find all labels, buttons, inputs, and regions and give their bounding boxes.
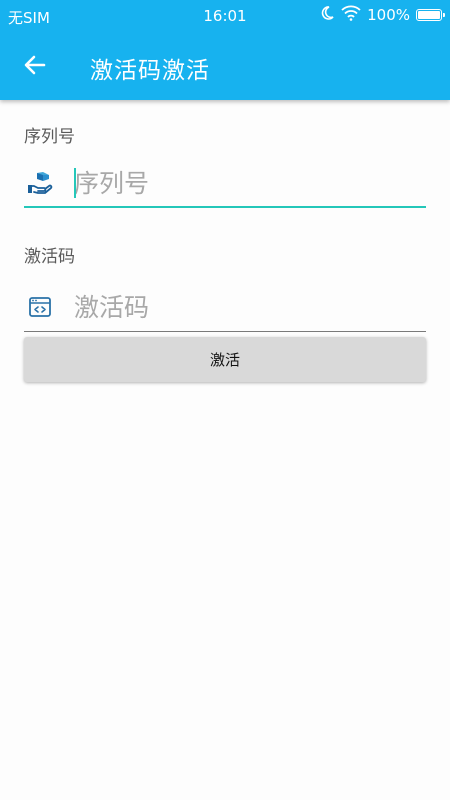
activation-form: 序列号 激活码 — [24, 100, 426, 332]
serial-underline — [24, 206, 426, 208]
serial-input[interactable] — [74, 168, 404, 198]
code-field[interactable] — [24, 282, 426, 332]
battery-text: 100% — [367, 6, 410, 24]
status-icons: 100% — [319, 5, 445, 25]
toolbar: 激活码激活 — [0, 33, 450, 100]
app-bar: 无SIM 16:01 100% 激活码激活 — [0, 0, 450, 100]
page-title: 激活码激活 — [90, 58, 210, 84]
wifi-icon — [341, 5, 361, 25]
serial-field[interactable] — [24, 158, 426, 208]
status-bar: 无SIM 16:01 100% — [0, 0, 450, 33]
code-input[interactable] — [74, 292, 404, 322]
battery-icon — [416, 9, 445, 21]
code-window-icon — [26, 293, 54, 321]
moon-icon — [319, 5, 335, 25]
code-label: 激活码 — [24, 247, 75, 267]
code-underline — [24, 331, 426, 332]
activate-button[interactable]: 激活 — [24, 337, 426, 382]
back-button[interactable] — [18, 50, 52, 84]
serial-label: 序列号 — [24, 127, 75, 147]
package-hand-icon — [26, 169, 54, 197]
arrow-left-icon — [23, 53, 47, 81]
text-caret — [74, 168, 76, 198]
